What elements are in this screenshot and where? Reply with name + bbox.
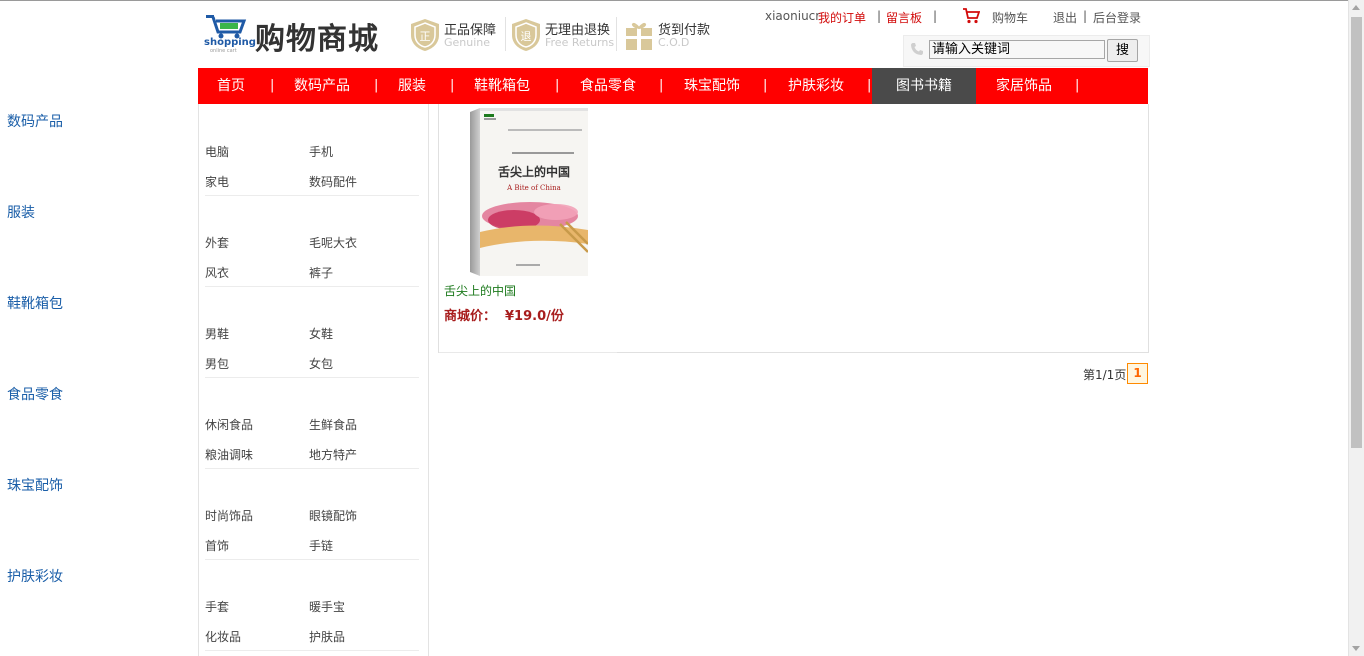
username-label: xiaoniucr bbox=[765, 9, 821, 23]
category-divider bbox=[205, 650, 419, 651]
svg-text:退: 退 bbox=[521, 30, 532, 43]
scroll-up-arrow-icon[interactable] bbox=[1352, 5, 1360, 10]
vertical-scrollbar[interactable] bbox=[1348, 0, 1364, 656]
phone-icon bbox=[911, 43, 923, 55]
pagination-info: 第1/1页 bbox=[1083, 368, 1127, 382]
category-link[interactable]: 电脑 bbox=[205, 143, 229, 160]
category-link[interactable]: 女鞋 bbox=[309, 325, 333, 342]
search-input[interactable]: 请输入关键词 bbox=[929, 40, 1105, 59]
category-link[interactable]: 护肤品 bbox=[309, 628, 345, 645]
scroll-down-arrow-icon[interactable] bbox=[1352, 646, 1360, 651]
category-link[interactable]: 裤子 bbox=[309, 264, 333, 281]
feature-subtitle: C.O.D bbox=[658, 36, 690, 49]
category-link[interactable]: 首饰 bbox=[205, 537, 229, 554]
nav-separator: | bbox=[1075, 78, 1080, 93]
admin-login-link[interactable]: 后台登录 bbox=[1093, 9, 1141, 26]
category-link[interactable]: 地方特产 bbox=[309, 446, 357, 463]
category-title-clothing[interactable]: 服装 bbox=[7, 202, 35, 222]
svg-text:正: 正 bbox=[420, 30, 431, 43]
cart-link[interactable]: 购物车 bbox=[992, 9, 1028, 26]
category-link[interactable]: 男包 bbox=[205, 355, 229, 372]
category-divider bbox=[205, 377, 419, 378]
category-link[interactable]: 暖手宝 bbox=[309, 598, 345, 615]
category-link[interactable]: 眼镜配饰 bbox=[309, 507, 357, 524]
nav-item-food[interactable]: 食品零食 bbox=[572, 68, 644, 104]
book-title-en: A Bite of China bbox=[506, 184, 561, 192]
separator: | bbox=[933, 9, 938, 23]
category-link[interactable]: 女包 bbox=[309, 355, 333, 372]
nav-separator: | bbox=[659, 78, 664, 93]
nav-item-skincare[interactable]: 护肤彩妆 bbox=[780, 68, 852, 104]
category-link[interactable]: 男鞋 bbox=[205, 325, 229, 342]
nav-item-jewelry[interactable]: 珠宝配饰 bbox=[676, 68, 748, 104]
guestbook-link[interactable]: 留言板 bbox=[886, 9, 922, 26]
search-button[interactable]: 搜 bbox=[1107, 39, 1138, 62]
category-link[interactable]: 生鲜食品 bbox=[309, 416, 357, 433]
product-image-book-cover[interactable]: 舌尖上的中国 A Bite of China bbox=[470, 108, 588, 276]
separator: | bbox=[877, 9, 882, 23]
logo-subtitle: shopping bbox=[204, 37, 256, 48]
category-link[interactable]: 化妆品 bbox=[205, 628, 241, 645]
scrollbar-thumb[interactable] bbox=[1351, 17, 1362, 448]
nav-separator: | bbox=[763, 78, 768, 93]
main-nav: 首页 | 数码产品 | 服装 | 鞋靴箱包 | 食品零食 | 珠宝配饰 | 护肤… bbox=[198, 68, 1148, 104]
nav-item-shoes-bags[interactable]: 鞋靴箱包 bbox=[466, 68, 538, 104]
logout-link[interactable]: 退出 bbox=[1053, 9, 1077, 26]
cart-icon[interactable] bbox=[962, 8, 980, 24]
feature-subtitle: Free Returns bbox=[545, 36, 615, 49]
category-link[interactable]: 外套 bbox=[205, 234, 229, 251]
nav-item-home-decor[interactable]: 家居饰品 bbox=[988, 68, 1060, 104]
category-title-digital[interactable]: 数码产品 bbox=[7, 111, 63, 131]
category-title-skincare[interactable]: 护肤彩妆 bbox=[7, 566, 63, 586]
product-name-link[interactable]: 舌尖上的中国 bbox=[444, 282, 516, 299]
product-price-label: 商城价： bbox=[444, 309, 497, 324]
category-divider bbox=[205, 559, 419, 560]
user-toolbar: xiaoniucr 我的订单 | 留言板 | 购物车 退出 | 后台登录 bbox=[0, 9, 1364, 27]
category-title-jewelry[interactable]: 珠宝配饰 bbox=[7, 475, 63, 495]
nav-item-clothing[interactable]: 服装 bbox=[390, 68, 434, 104]
product-price: ¥19.0/份 bbox=[505, 309, 564, 324]
category-link[interactable]: 手套 bbox=[205, 598, 229, 615]
category-link[interactable]: 手链 bbox=[309, 537, 333, 554]
category-divider bbox=[205, 468, 419, 469]
category-title-shoes-bags[interactable]: 鞋靴箱包 bbox=[7, 293, 63, 313]
nav-separator: | bbox=[374, 78, 379, 93]
category-link[interactable]: 粮油调味 bbox=[205, 446, 253, 463]
category-link[interactable]: 手机 bbox=[309, 143, 333, 160]
logo-tagline: online cart bbox=[210, 48, 237, 54]
category-divider bbox=[205, 195, 419, 196]
separator: | bbox=[1083, 9, 1088, 23]
nav-separator: | bbox=[555, 78, 560, 93]
my-orders-link[interactable]: 我的订单 bbox=[818, 9, 866, 26]
nav-item-home[interactable]: 首页 bbox=[206, 68, 256, 104]
nav-separator: | bbox=[867, 78, 872, 93]
nav-separator: | bbox=[270, 78, 275, 93]
category-link[interactable]: 风衣 bbox=[205, 264, 229, 281]
feature-subtitle: Genuine bbox=[444, 36, 491, 49]
nav-item-books[interactable]: 图书书籍 bbox=[872, 68, 976, 104]
category-link[interactable]: 毛呢大衣 bbox=[309, 234, 357, 251]
category-divider bbox=[205, 286, 419, 287]
category-link[interactable]: 数码配件 bbox=[309, 173, 357, 190]
category-title-food[interactable]: 食品零食 bbox=[7, 384, 63, 404]
book-title-cn: 舌尖上的中国 bbox=[498, 164, 570, 179]
nav-separator: | bbox=[450, 78, 455, 93]
category-link[interactable]: 家电 bbox=[205, 173, 229, 190]
nav-item-digital[interactable]: 数码产品 bbox=[286, 68, 358, 104]
pagination-page-button[interactable]: 1 bbox=[1127, 363, 1148, 384]
category-link[interactable]: 休闲食品 bbox=[205, 416, 253, 433]
window-top-border bbox=[0, 0, 1364, 1]
category-link[interactable]: 时尚饰品 bbox=[205, 507, 253, 524]
